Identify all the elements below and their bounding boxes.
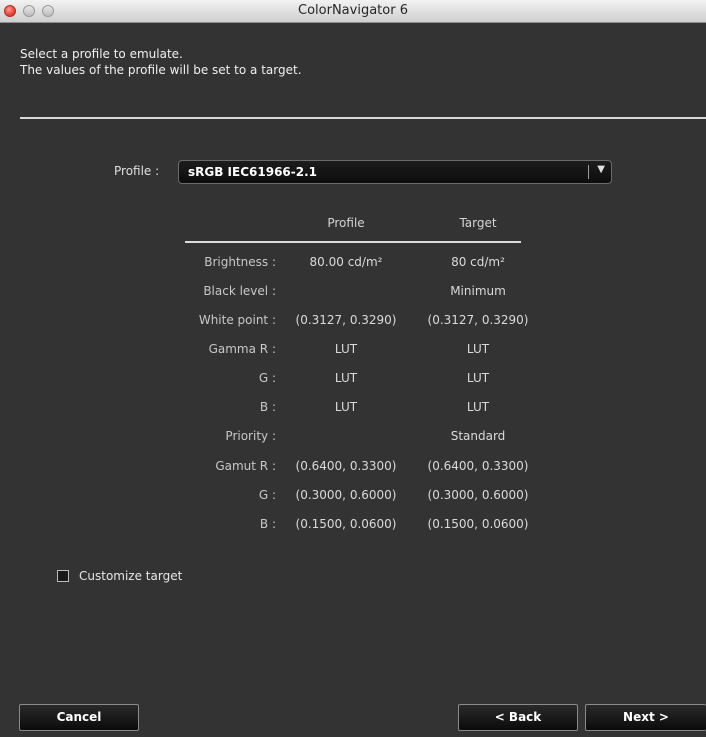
colornavigator-window: ColorNavigator 6 Select a profile to emu… bbox=[0, 0, 706, 737]
customize-target-label[interactable]: Customize target bbox=[79, 569, 182, 583]
table-header-divider bbox=[185, 241, 521, 243]
target-value: (0.3000, 0.6000) bbox=[427, 488, 529, 502]
profile-value: 80.00 cd/m² bbox=[309, 255, 383, 269]
profile-value: (0.3127, 0.3290) bbox=[295, 313, 397, 327]
dropdown-separator bbox=[588, 165, 589, 179]
target-value: 80 cd/m² bbox=[451, 255, 505, 269]
chevron-down-icon[interactable]: ▼ bbox=[597, 164, 605, 175]
target-value: (0.1500, 0.0600) bbox=[427, 517, 529, 531]
profile-value: LUT bbox=[334, 342, 358, 356]
target-value: LUT bbox=[466, 342, 490, 356]
cancel-button[interactable]: Cancel bbox=[19, 704, 139, 731]
column-header-target: Target bbox=[459, 216, 497, 230]
row-label: G : bbox=[258, 371, 276, 385]
back-button[interactable]: < Back bbox=[458, 704, 578, 731]
row-label: Priority : bbox=[225, 429, 276, 443]
profile-value: LUT bbox=[334, 371, 358, 385]
row-label: G : bbox=[258, 488, 276, 502]
column-header-profile: Profile bbox=[327, 216, 365, 230]
window-title: ColorNavigator 6 bbox=[298, 3, 408, 18]
row-label: White point : bbox=[198, 313, 276, 327]
profile-value: (0.6400, 0.3300) bbox=[295, 459, 397, 473]
profile-value: (0.3000, 0.6000) bbox=[295, 488, 397, 502]
row-label: Brightness : bbox=[204, 255, 276, 269]
target-value: (0.6400, 0.3300) bbox=[427, 459, 529, 473]
target-value: Standard bbox=[450, 429, 506, 443]
section-divider bbox=[20, 117, 706, 119]
row-label: Gamut R : bbox=[215, 459, 276, 473]
customize-target-checkbox[interactable] bbox=[57, 570, 69, 582]
instruction-line-2: The values of the profile will be set to… bbox=[20, 63, 302, 77]
instructions: Select a profile to emulate. The values … bbox=[20, 46, 302, 78]
row-label: B : bbox=[259, 517, 276, 531]
instruction-line-1: Select a profile to emulate. bbox=[20, 47, 183, 61]
profile-label: Profile : bbox=[114, 164, 160, 178]
profile-value: LUT bbox=[334, 400, 358, 414]
row-label: B : bbox=[259, 400, 276, 414]
row-label: Black level : bbox=[203, 284, 276, 298]
target-value: (0.3127, 0.3290) bbox=[427, 313, 529, 327]
next-button[interactable]: Next > bbox=[585, 704, 706, 731]
target-value: LUT bbox=[466, 400, 490, 414]
profile-selected-value: sRGB IEC61966-2.1 bbox=[188, 165, 318, 179]
target-value: Minimum bbox=[450, 284, 506, 298]
target-value: LUT bbox=[466, 371, 490, 385]
title-bar: ColorNavigator 6 bbox=[0, 0, 706, 23]
profile-dropdown[interactable]: sRGB IEC61966-2.1 ▼ bbox=[178, 160, 612, 184]
row-label: Gamma R : bbox=[208, 342, 276, 356]
profile-value: (0.1500, 0.0600) bbox=[295, 517, 397, 531]
